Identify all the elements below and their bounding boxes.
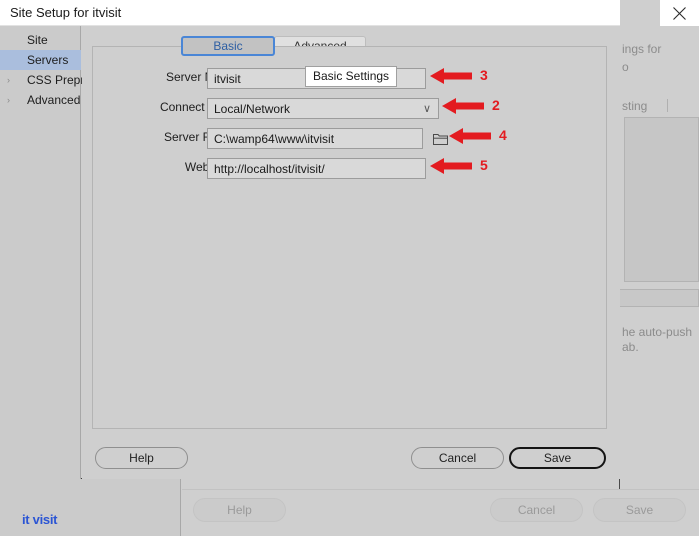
annotation-number-4: 4: [499, 127, 507, 143]
connect-using-value: Local/Network: [214, 101, 291, 116]
background-input-box: [619, 289, 699, 307]
basic-settings-panel: Server Name: itvisit Connect using: Loca…: [92, 46, 607, 429]
background-cancel-button: Cancel: [490, 498, 583, 522]
help-button[interactable]: Help: [95, 447, 188, 469]
annotation-number-5: 5: [480, 157, 488, 173]
background-text-fragment-1: ings for: [622, 42, 662, 56]
close-icon: [673, 6, 686, 20]
annotation-number-2: 2: [492, 97, 500, 113]
close-button[interactable]: [660, 0, 699, 26]
sidebar-item-css-preprocessors[interactable]: › CSS Prepro: [0, 70, 91, 90]
left-arrow-icon: [430, 158, 472, 174]
folder-icon: [432, 134, 448, 145]
dialog-titlebar: Site Setup for itvisit: [0, 0, 620, 26]
sidebar-item-label: Servers: [27, 53, 69, 67]
annotation-marker-5: 5: [428, 156, 488, 181]
background-text-fragment-2: o: [622, 60, 629, 74]
sidebar-item-label: Site: [27, 33, 48, 47]
background-save-button: Save: [593, 498, 686, 522]
annotation-marker-3: 3: [428, 66, 488, 91]
connect-using-row: Connect using: Local/Network ∨: [93, 98, 608, 120]
tab-basic[interactable]: Basic: [181, 36, 275, 56]
save-button[interactable]: Save: [509, 447, 606, 469]
background-separator: [667, 99, 668, 112]
sidebar-item-site[interactable]: Site: [0, 30, 81, 50]
left-arrow-icon: [442, 98, 484, 114]
left-arrow-icon: [430, 68, 472, 84]
itvisit-logo: it visit: [22, 512, 58, 527]
sidebar-item-servers[interactable]: Servers: [0, 50, 81, 70]
web-url-field[interactable]: http://localhost/itvisit/: [207, 158, 426, 179]
background-text-fragment-3: sting: [622, 99, 648, 113]
background-text-fragment-4: he auto-push: [622, 325, 693, 339]
dialog-title: Site Setup for itvisit: [10, 5, 122, 20]
chevron-right-icon[interactable]: ›: [7, 95, 15, 105]
server-folder-field[interactable]: C:\wamp64\www\itvisit: [207, 128, 423, 149]
connect-using-select[interactable]: Local/Network ∨: [207, 98, 439, 119]
annotation-marker-4: 4: [447, 126, 507, 151]
annotation-marker-2: 2: [440, 96, 500, 121]
server-folder-row: Server Folder: C:\wamp64\www\itvisit: [93, 128, 608, 150]
chevron-right-icon[interactable]: ›: [7, 75, 15, 85]
cancel-button[interactable]: Cancel: [411, 447, 504, 469]
background-text-fragment-5: ab.: [622, 340, 639, 354]
left-arrow-icon: [449, 128, 491, 144]
site-setup-dialog: Site Setup for itvisit Site Servers › CS…: [0, 0, 620, 479]
background-list-box: [624, 117, 699, 282]
background-help-button: Help: [193, 498, 286, 522]
web-url-row: Web URL: http://localhost/itvisit/: [93, 158, 608, 180]
dialog-sidebar: Site Servers › CSS Prepro › Advanced: [0, 26, 91, 479]
chevron-down-icon[interactable]: ∨: [423, 102, 431, 115]
basic-settings-tooltip: Basic Settings: [305, 66, 398, 87]
annotation-number-3: 3: [480, 67, 488, 83]
sidebar-item-advanced[interactable]: › Advanced: [0, 90, 81, 110]
